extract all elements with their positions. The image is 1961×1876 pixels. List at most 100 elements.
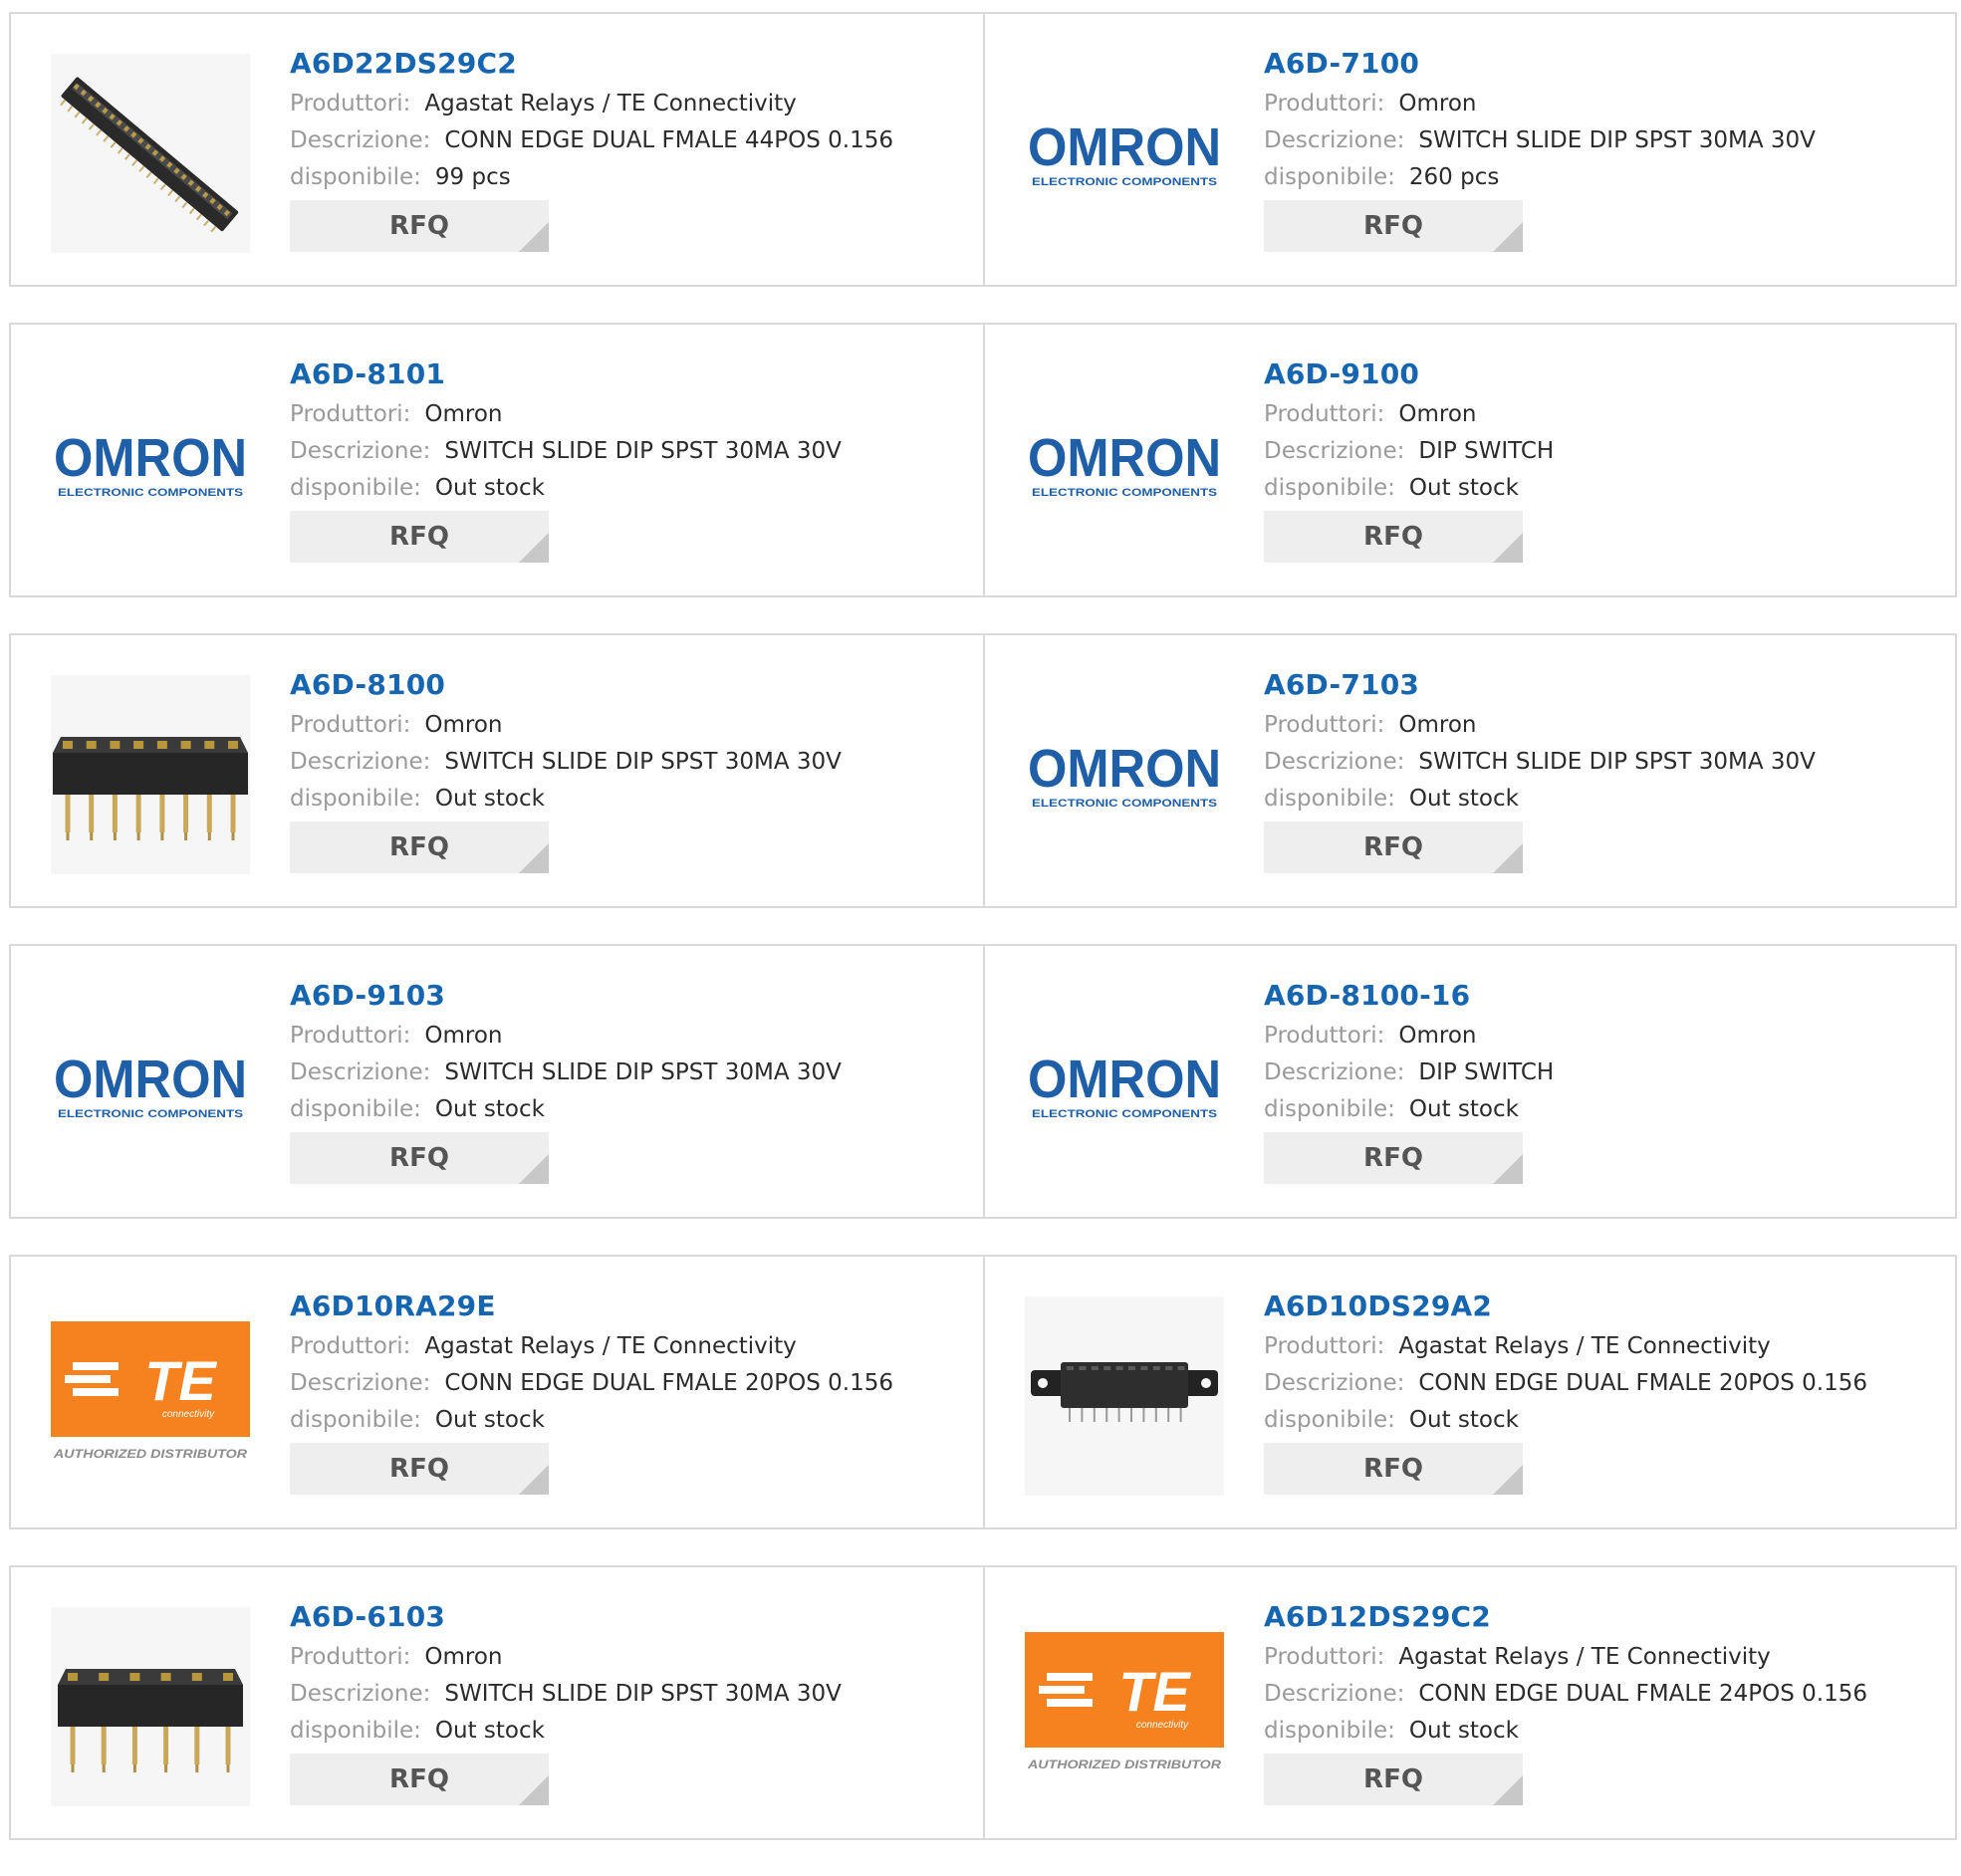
availability-value: 99 pcs <box>434 164 511 190</box>
product-info: A6D-8100 Produttori: Omron Descrizione: SWIT… <box>290 663 973 873</box>
omron-logo-image[interactable]: OMRON ELECTRONIC COMPONENTS <box>1025 675 1224 874</box>
description-value: SWITCH SLIDE DIP SPST 30MA 30V <box>444 438 842 464</box>
product-card: A6D10DS29A2 Produttori: Agastat Relays / T… <box>983 1257 1955 1527</box>
availability-value: 260 pcs <box>1408 164 1500 190</box>
part-number-link[interactable]: A6D-8100-16 <box>1264 974 1945 1018</box>
dip-switch-6-image[interactable] <box>51 1607 250 1806</box>
corner-fold-decoration <box>1493 1775 1523 1805</box>
availability-label: disponibile: <box>290 1096 421 1122</box>
rfq-label: RFQ <box>1363 1143 1423 1173</box>
edge-connector-long-image[interactable] <box>51 54 250 253</box>
availability-line: disponibile: Out stock <box>1264 470 1945 507</box>
rfq-button[interactable]: RFQ <box>1264 821 1523 873</box>
te-authorized-label: AUTHORIZED DISTRIBUTOR <box>1027 1758 1222 1771</box>
description-value: SWITCH SLIDE DIP SPST 30MA 30V <box>444 749 842 775</box>
description-value: CONN EDGE DUAL FMALE 20POS 0.156 <box>444 1370 894 1396</box>
rfq-label: RFQ <box>389 1143 449 1173</box>
product-card: OMRON ELECTRONIC COMPONENTS A6D-8101 Produt… <box>11 325 983 595</box>
omron-logo-image[interactable]: OMRON ELECTRONIC COMPONENTS <box>51 986 250 1185</box>
description-line: Descrizione: SWITCH SLIDE DIP SPST 30MA 3… <box>290 433 973 470</box>
part-number-link[interactable]: A6D-6103 <box>290 1595 973 1639</box>
dip-switch-8-image[interactable] <box>51 675 250 874</box>
corner-fold-decoration <box>519 843 549 873</box>
rfq-button[interactable]: RFQ <box>1264 200 1523 252</box>
omron-subtitle: ELECTRONIC COMPONENTS <box>58 487 243 499</box>
omron-wordmark: OMRON <box>1028 117 1221 177</box>
availability-label: disponibile: <box>290 1718 421 1744</box>
availability-value: Out stock <box>434 1718 545 1744</box>
availability-line: disponibile: Out stock <box>1264 781 1945 818</box>
product-card: OMRON ELECTRONIC COMPONENTS A6D-7103 Produt… <box>983 635 1955 906</box>
corner-fold-decoration <box>519 1775 549 1805</box>
rfq-button[interactable]: RFQ <box>290 1754 549 1805</box>
manufacturer-label: Produttori: <box>290 91 411 117</box>
omron-logo-image[interactable]: OMRON ELECTRONIC COMPONENTS <box>1025 54 1224 253</box>
rfq-button[interactable]: RFQ <box>1264 511 1523 563</box>
corner-fold-decoration <box>519 222 549 252</box>
edge-connector-short-image[interactable] <box>1025 1296 1224 1496</box>
manufacturer-line: Produttori: Omron <box>290 396 973 433</box>
product-card: A6D22DS29C2 Produttori: Agastat Relays / T… <box>11 14 983 285</box>
omron-logo-image[interactable]: OMRON ELECTRONIC COMPONENTS <box>51 364 250 564</box>
description-label: Descrizione: <box>1264 749 1405 775</box>
rfq-button[interactable]: RFQ <box>1264 1132 1523 1184</box>
rfq-button[interactable]: RFQ <box>1264 1443 1523 1495</box>
rfq-button[interactable]: RFQ <box>290 1132 549 1184</box>
manufacturer-value: Omron <box>424 1023 503 1049</box>
description-label: Descrizione: <box>1264 1681 1405 1707</box>
availability-line: disponibile: Out stock <box>1264 1091 1945 1128</box>
availability-label: disponibile: <box>1264 786 1395 812</box>
part-number-link[interactable]: A6D22DS29C2 <box>290 42 973 86</box>
description-label: Descrizione: <box>290 1059 431 1085</box>
omron-subtitle: ELECTRONIC COMPONENTS <box>1032 1108 1217 1120</box>
corner-fold-decoration <box>1493 1465 1523 1495</box>
te-logo-image[interactable]: TE connectivity AUTHORIZED DISTRIBUTOR <box>1025 1607 1224 1806</box>
manufacturer-label: Produttori: <box>1264 1023 1385 1049</box>
rfq-button[interactable]: RFQ <box>1264 1754 1523 1805</box>
description-value: SWITCH SLIDE DIP SPST 30MA 30V <box>1418 749 1816 775</box>
part-number-link[interactable]: A6D-8101 <box>290 352 973 396</box>
rfq-button[interactable]: RFQ <box>290 821 549 873</box>
product-row: A6D-8100 Produttori: Omron Descrizione: SWIT… <box>9 633 1957 908</box>
manufacturer-line: Produttori: Agastat Relays / TE Connectiv… <box>1264 1639 1945 1676</box>
rfq-button[interactable]: RFQ <box>290 1443 549 1495</box>
product-info: A6D22DS29C2 Produttori: Agastat Relays / T… <box>290 42 973 252</box>
omron-subtitle: ELECTRONIC COMPONENTS <box>58 1108 243 1120</box>
availability-value: Out stock <box>434 1407 545 1433</box>
omron-wordmark: OMRON <box>1028 1050 1221 1109</box>
rfq-label: RFQ <box>1363 522 1423 552</box>
part-number-link[interactable]: A6D10RA29E <box>290 1285 973 1328</box>
part-number-link[interactable]: A6D10DS29A2 <box>1264 1285 1945 1328</box>
availability-line: disponibile: Out stock <box>290 1713 973 1750</box>
part-number-link[interactable]: A6D-8100 <box>290 663 973 707</box>
part-number-link[interactable]: A6D12DS29C2 <box>1264 1595 1945 1639</box>
part-number-link[interactable]: A6D-7100 <box>1264 42 1945 86</box>
rfq-label: RFQ <box>389 832 449 862</box>
omron-logo-image[interactable]: OMRON ELECTRONIC COMPONENTS <box>1025 986 1224 1185</box>
description-label: Descrizione: <box>1264 1370 1405 1396</box>
rfq-button[interactable]: RFQ <box>290 511 549 563</box>
part-number-link[interactable]: A6D-7103 <box>1264 663 1945 707</box>
product-card: OMRON ELECTRONIC COMPONENTS A6D-9103 Produt… <box>11 946 983 1217</box>
product-info: A6D-9100 Produttori: Omron Descrizione: DIP … <box>1264 352 1945 563</box>
description-label: Descrizione: <box>1264 1059 1405 1085</box>
te-authorized-label: AUTHORIZED DISTRIBUTOR <box>53 1447 248 1461</box>
availability-line: disponibile: Out stock <box>290 470 973 507</box>
omron-subtitle: ELECTRONIC COMPONENTS <box>1032 176 1217 188</box>
rfq-button[interactable]: RFQ <box>290 200 549 252</box>
rfq-label: RFQ <box>389 1764 449 1794</box>
description-line: Descrizione: SWITCH SLIDE DIP SPST 30MA 3… <box>290 1676 973 1713</box>
availability-label: disponibile: <box>1264 1096 1395 1122</box>
te-logo-image[interactable]: TE connectivity AUTHORIZED DISTRIBUTOR <box>51 1296 250 1496</box>
availability-line: disponibile: Out stock <box>290 1402 973 1439</box>
part-number-link[interactable]: A6D-9103 <box>290 974 973 1018</box>
description-value: CONN EDGE DUAL FMALE 44POS 0.156 <box>444 127 894 153</box>
manufacturer-value: Omron <box>424 712 503 738</box>
manufacturer-value: Agastat Relays / TE Connectivity <box>1398 1333 1771 1359</box>
part-number-link[interactable]: A6D-9100 <box>1264 352 1945 396</box>
description-label: Descrizione: <box>290 749 431 775</box>
description-line: Descrizione: CONN EDGE DUAL FMALE 24POS 0… <box>1264 1676 1945 1713</box>
product-row: TE connectivity AUTHORIZED DISTRIBUTOR A6D1… <box>9 1255 1957 1529</box>
manufacturer-label: Produttori: <box>1264 712 1385 738</box>
omron-logo-image[interactable]: OMRON ELECTRONIC COMPONENTS <box>1025 364 1224 564</box>
